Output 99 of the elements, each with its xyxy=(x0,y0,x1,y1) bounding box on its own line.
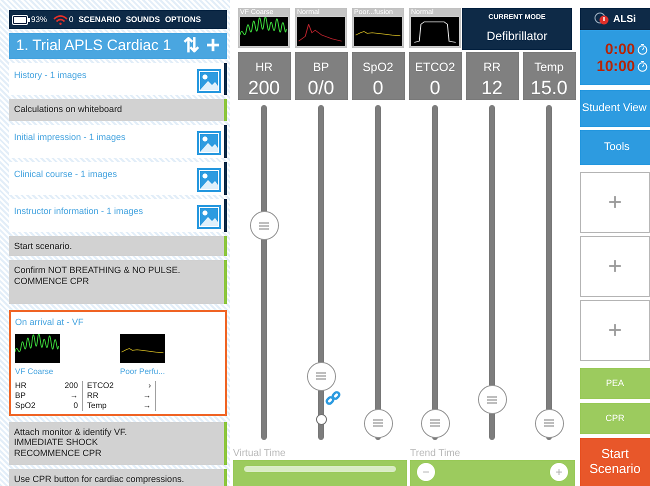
item-title: Instructor information - 1 images xyxy=(14,205,144,218)
vital-name: BP xyxy=(15,390,26,400)
vital-label: SpO2 xyxy=(362,59,394,76)
vital-label: BP xyxy=(312,59,329,76)
vital-value: 0 xyxy=(372,79,384,98)
vital-name: Temp xyxy=(87,400,107,410)
instruction-note[interactable]: Start scenario. xyxy=(9,236,227,256)
vital-value: 0 xyxy=(430,79,440,98)
image-icon[interactable] xyxy=(197,168,221,192)
mode-value: Defibrillator xyxy=(486,28,548,45)
instruction-note[interactable]: Attach monitor & identify VF. IMMEDIATE SHOCK RECOMMENCE CPR xyxy=(9,422,227,464)
vital-label: RR xyxy=(483,59,501,76)
image-icon[interactable] xyxy=(197,205,221,229)
waveform-thumbnail xyxy=(411,17,459,46)
waveform-thumbnail xyxy=(297,17,345,46)
item-title: History - 1 images xyxy=(14,69,87,82)
grip-icon xyxy=(316,372,326,380)
stopwatch-icon xyxy=(637,43,648,55)
grip-icon xyxy=(544,419,554,428)
vital-value: 0 xyxy=(74,400,78,410)
grip-icon xyxy=(487,396,497,404)
menu-item[interactable]: OPTIONS xyxy=(164,14,201,26)
vital-name: RR xyxy=(87,390,99,400)
vital-value: → xyxy=(143,400,151,410)
vital-card[interactable]: Temp 15.0 xyxy=(522,52,576,100)
vital-label: Temp xyxy=(534,59,564,76)
vital-value: 200 xyxy=(64,380,78,390)
attachment-row[interactable]: Initial impression - 1 images xyxy=(9,125,227,158)
slider-thumb[interactable] xyxy=(364,408,392,438)
vital-name: HR xyxy=(15,380,27,390)
action-button[interactable]: CPR xyxy=(580,403,650,434)
item-title: Initial impression - 1 images xyxy=(14,131,126,144)
attachment-row[interactable]: History - 1 images xyxy=(9,63,227,95)
start-scenario-button[interactable]: Start Scenario xyxy=(580,438,650,486)
panel-button[interactable]: Tools xyxy=(580,130,650,165)
attachment-row[interactable]: Clinical course - 1 images xyxy=(9,162,227,195)
wifi-icon xyxy=(53,14,68,24)
vital-label: HR xyxy=(255,59,273,76)
slider-thumb[interactable] xyxy=(306,362,336,391)
empty-slot[interactable]: + xyxy=(580,236,650,297)
state-title: On arrival at - VF xyxy=(15,316,85,329)
vital-value: → xyxy=(143,390,151,400)
menu-item[interactable]: SCENARIO xyxy=(78,14,121,26)
time-slider-track[interactable] xyxy=(244,466,396,472)
waveform-label: Poor Perfu... xyxy=(120,366,165,378)
slider-thumb[interactable] xyxy=(420,408,450,438)
battery-icon xyxy=(12,14,30,24)
countdown-time: 10:00 xyxy=(596,58,635,74)
virtual-time-label: Virtual Time xyxy=(233,447,287,460)
attachment-row[interactable]: Instructor information - 1 images xyxy=(9,199,227,232)
grip-icon xyxy=(259,222,269,230)
image-icon[interactable] xyxy=(197,69,221,93)
slider-thumb[interactable] xyxy=(534,408,564,438)
action-button[interactable]: PEA xyxy=(580,368,650,399)
instruction-note[interactable]: Confirm NOT BREATHING & NO PULSE. COMMENCE CPR xyxy=(9,260,227,304)
grip-icon xyxy=(430,419,440,428)
vital-value: 15.0 xyxy=(530,79,568,98)
menu-item[interactable]: SOUNDS xyxy=(126,14,160,26)
instruction-note[interactable]: Use CPR button for cardiac compressions. xyxy=(9,468,227,486)
panel-button[interactable]: Student View xyxy=(580,90,650,127)
scenario-title: 1. Trial APLS Cardiac 1 xyxy=(16,36,172,56)
vital-card[interactable]: HR 200 xyxy=(238,52,290,100)
elapsed-time: 0:00 xyxy=(604,42,635,56)
state-card[interactable]: On arrival at - VF VF Coarse Poor Perfu... HR 200 BP → SpO2 0 ETCO2 › RR → Temp → xyxy=(9,310,227,416)
vital-card[interactable]: BP 0/0 xyxy=(294,52,348,100)
plus-button[interactable]: + xyxy=(550,463,568,481)
minus-button[interactable]: − xyxy=(417,463,435,481)
empty-slot[interactable]: + xyxy=(580,172,650,233)
vital-name: ETCO2 xyxy=(87,380,114,390)
instruction-note[interactable]: Calculations on whiteboard xyxy=(9,99,227,121)
waveform-thumbnail xyxy=(354,17,402,46)
slider-thumb[interactable] xyxy=(250,211,278,240)
vital-value: 200 xyxy=(248,79,280,98)
add-button[interactable]: + xyxy=(206,34,220,58)
vital-value: → xyxy=(70,390,78,400)
grip-icon xyxy=(373,419,383,428)
waveform-label: VF Coarse xyxy=(15,366,54,378)
signal-count: 0 xyxy=(69,14,74,26)
waveform-thumbnail xyxy=(120,334,165,362)
waveform-thumbnail xyxy=(15,334,60,362)
vital-value: 12 xyxy=(481,79,503,98)
trend-time-label: Trend Time xyxy=(410,447,462,460)
link-icon[interactable] xyxy=(325,390,341,406)
battery-level: 93% xyxy=(31,14,48,26)
vital-card[interactable]: SpO2 0 xyxy=(352,52,404,100)
sort-button[interactable]: ⇅ xyxy=(182,36,200,56)
vital-card[interactable]: ETCO2 0 xyxy=(408,52,462,100)
vital-value: › xyxy=(148,380,151,390)
slider-thumb[interactable] xyxy=(478,385,506,414)
waveform-thumbnail xyxy=(240,17,288,46)
image-icon[interactable] xyxy=(197,131,221,155)
slider-knob[interactable] xyxy=(316,414,326,426)
vital-card[interactable]: RR 12 xyxy=(466,52,518,100)
vital-name: SpO2 xyxy=(15,400,36,410)
logo-text: ALSi xyxy=(613,12,636,26)
item-title: Clinical course - 1 images xyxy=(14,168,118,181)
empty-slot[interactable]: + xyxy=(580,300,650,361)
vital-label: ETCO2 xyxy=(414,59,455,76)
vital-value: 0/0 xyxy=(308,79,334,98)
